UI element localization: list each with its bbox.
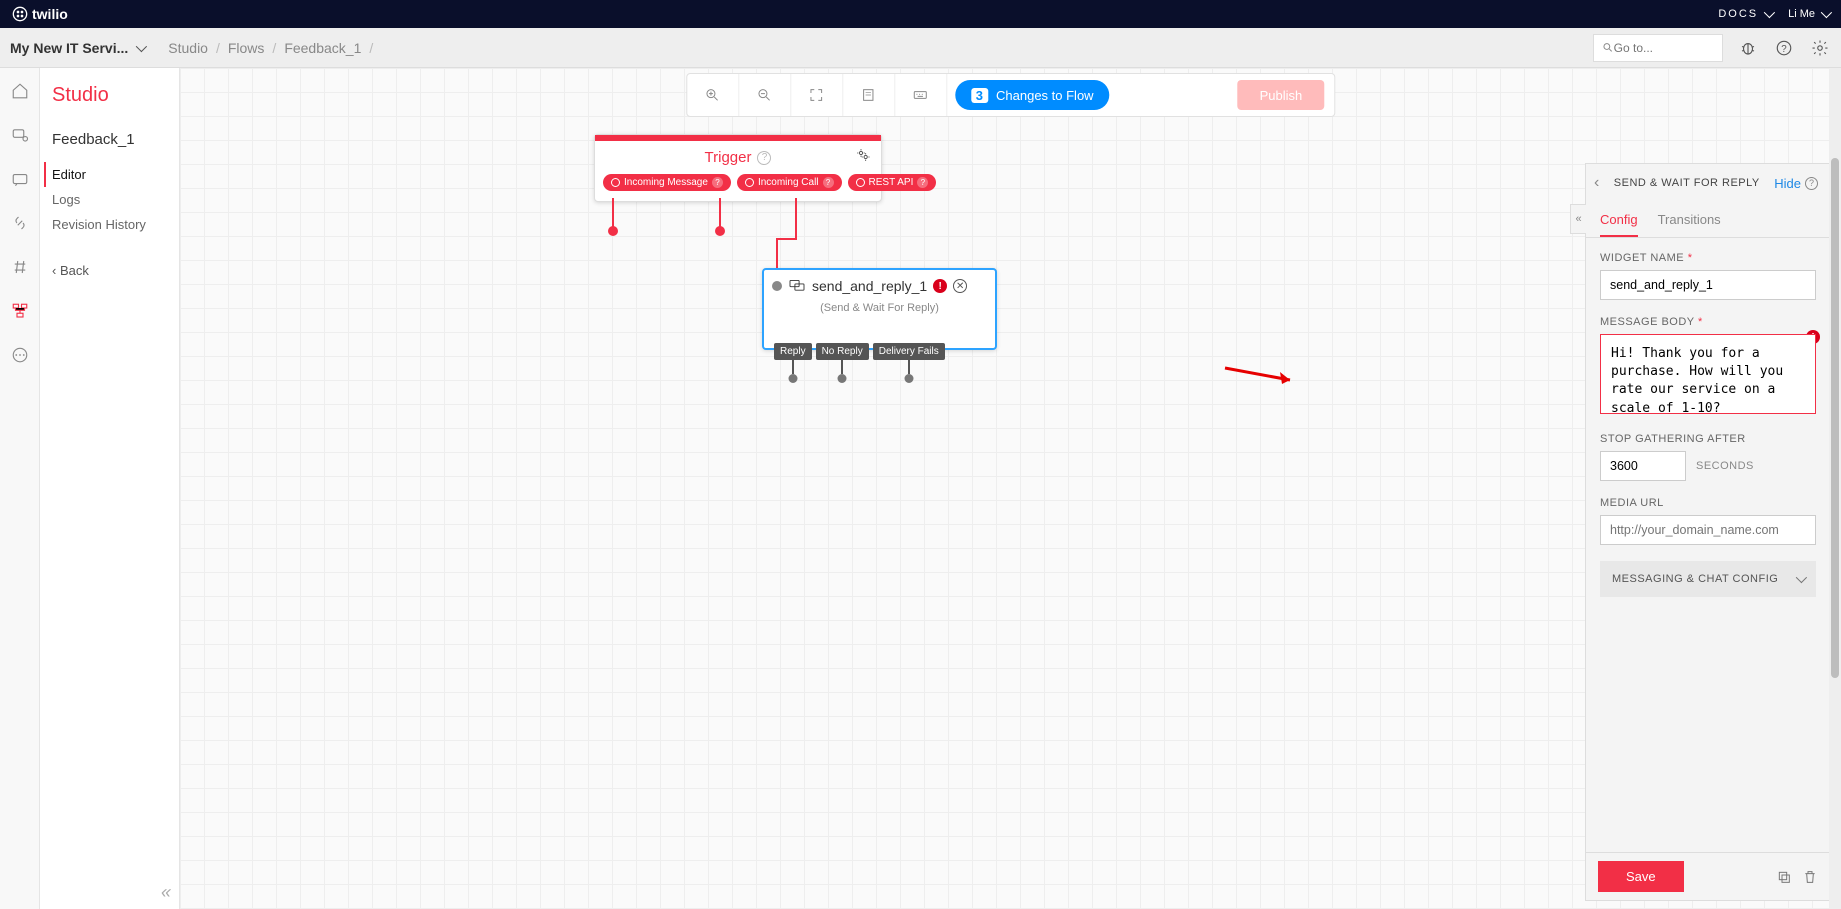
conversation-icon[interactable]	[11, 170, 29, 188]
output-delivery-fails[interactable]: Delivery Fails	[873, 343, 945, 360]
main: Studio Feedback_1 Editor Logs Revision H…	[0, 68, 1841, 909]
drag-handle-icon[interactable]	[772, 281, 782, 291]
collapse-panel-icon[interactable]: «	[1570, 204, 1586, 234]
annotation-arrow-icon	[1220, 358, 1300, 388]
tab-transitions[interactable]: Transitions	[1658, 204, 1721, 237]
zoom-in-icon[interactable]	[687, 74, 739, 116]
home-icon[interactable]	[11, 82, 29, 100]
inspector-panel: « ‹ SEND & WAIT FOR REPLY Hide? Config T…	[1585, 163, 1831, 901]
changes-label: Changes to Flow	[996, 88, 1094, 103]
messaging-chat-config-accordion[interactable]: MESSAGING & CHAT CONFIG	[1600, 561, 1816, 597]
panel-back-icon[interactable]: ‹	[1594, 174, 1599, 192]
scrollbar[interactable]	[1829, 68, 1841, 909]
settings-icon[interactable]	[1809, 37, 1831, 59]
widget-title: send_and_reply_1	[812, 278, 927, 294]
hide-link[interactable]: Hide?	[1774, 176, 1818, 191]
publish-button[interactable]: Publish	[1238, 80, 1325, 110]
chat-icon	[788, 279, 806, 293]
svg-text:?: ?	[1781, 43, 1787, 54]
trigger-pill-incoming-message[interactable]: Incoming Message?	[603, 174, 731, 191]
breadcrumb[interactable]: Flows	[228, 40, 265, 56]
trigger-title: Trigger	[705, 149, 752, 166]
output-reply[interactable]: Reply	[774, 343, 812, 360]
user-menu[interactable]: Li Me	[1788, 8, 1829, 20]
link-icon[interactable]	[11, 214, 29, 232]
send-and-reply-widget[interactable]: send_and_reply_1 ! ✕ (Send & Wait For Re…	[762, 268, 997, 350]
sidebar-item-editor[interactable]: Editor	[44, 162, 171, 187]
more-icon[interactable]	[11, 346, 29, 364]
save-button[interactable]: Save	[1598, 861, 1684, 892]
stop-gathering-label: STOP GATHERING AFTER	[1600, 433, 1816, 445]
output-no-reply[interactable]: No Reply	[816, 343, 869, 360]
chevron-down-icon	[1821, 7, 1832, 18]
search-input[interactable]	[1593, 34, 1723, 62]
back-link[interactable]: ‹ Back	[52, 263, 171, 278]
changes-button[interactable]: 3 Changes to Flow	[955, 80, 1110, 110]
studio-icon[interactable]	[11, 302, 29, 320]
sidebar-item-revision-history[interactable]: Revision History	[52, 212, 171, 237]
topbar: twilio DOCS Li Me	[0, 0, 1841, 28]
changes-count: 3	[971, 88, 988, 103]
debug-icon[interactable]	[1737, 37, 1759, 59]
numbers-icon[interactable]	[11, 258, 29, 276]
twilio-icon	[12, 6, 28, 22]
chevron-down-icon[interactable]	[136, 40, 147, 51]
chevron-down-icon	[1796, 572, 1807, 583]
gear-icon[interactable]	[855, 147, 871, 163]
breadcrumb[interactable]: Feedback_1	[284, 40, 361, 56]
canvas-toolbar: 3 Changes to Flow Publish	[686, 73, 1335, 117]
collapse-sidebar-icon[interactable]: «	[161, 882, 171, 903]
docs-link[interactable]: DOCS	[1718, 8, 1772, 20]
fit-icon[interactable]	[791, 74, 843, 116]
close-icon[interactable]: ✕	[953, 279, 967, 293]
widget-name-label: WIDGET NAME *	[1600, 252, 1816, 264]
messaging-icon[interactable]	[11, 126, 29, 144]
media-url-label: MEDIA URL	[1600, 497, 1816, 509]
brand-text: twilio	[32, 6, 68, 22]
error-icon: !	[933, 279, 947, 293]
delete-icon[interactable]	[1802, 869, 1818, 885]
sidebar-item-logs[interactable]: Logs	[52, 187, 171, 212]
keyboard-icon[interactable]	[895, 74, 947, 116]
secondary-bar: My New IT Servi... Studio / Flows / Feed…	[0, 28, 1841, 68]
sidebar-title: Studio	[52, 84, 171, 107]
flow-name: Feedback_1	[52, 131, 171, 148]
help-icon[interactable]: ?	[1773, 37, 1795, 59]
brand-logo: twilio	[12, 6, 68, 22]
trigger-widget[interactable]: Trigger ? Incoming Message? Incoming Cal…	[594, 134, 882, 202]
note-icon[interactable]	[843, 74, 895, 116]
widget-name-input[interactable]	[1600, 270, 1816, 300]
duplicate-icon[interactable]	[1776, 869, 1792, 885]
message-body-input[interactable]	[1600, 334, 1816, 414]
project-name[interactable]: My New IT Servi...	[10, 40, 128, 56]
help-icon[interactable]: ?	[757, 151, 771, 165]
sidebar: Studio Feedback_1 Editor Logs Revision H…	[40, 68, 180, 909]
media-url-input[interactable]	[1600, 515, 1816, 545]
widget-subtitle: (Send & Wait For Reply)	[764, 302, 995, 348]
chevron-down-icon	[1764, 7, 1775, 18]
trigger-pill-rest-api[interactable]: REST API?	[848, 174, 937, 191]
stop-gathering-unit: SECONDS	[1696, 460, 1754, 472]
breadcrumb[interactable]: Studio	[168, 40, 208, 56]
stop-gathering-input[interactable]	[1600, 451, 1686, 481]
rail-nav	[0, 68, 40, 909]
tab-config[interactable]: Config	[1600, 204, 1638, 237]
zoom-out-icon[interactable]	[739, 74, 791, 116]
message-body-label: MESSAGE BODY *	[1600, 316, 1816, 328]
panel-title: SEND & WAIT FOR REPLY	[1614, 177, 1760, 189]
search-icon	[1602, 41, 1614, 54]
trigger-pill-incoming-call[interactable]: Incoming Call?	[737, 174, 842, 191]
